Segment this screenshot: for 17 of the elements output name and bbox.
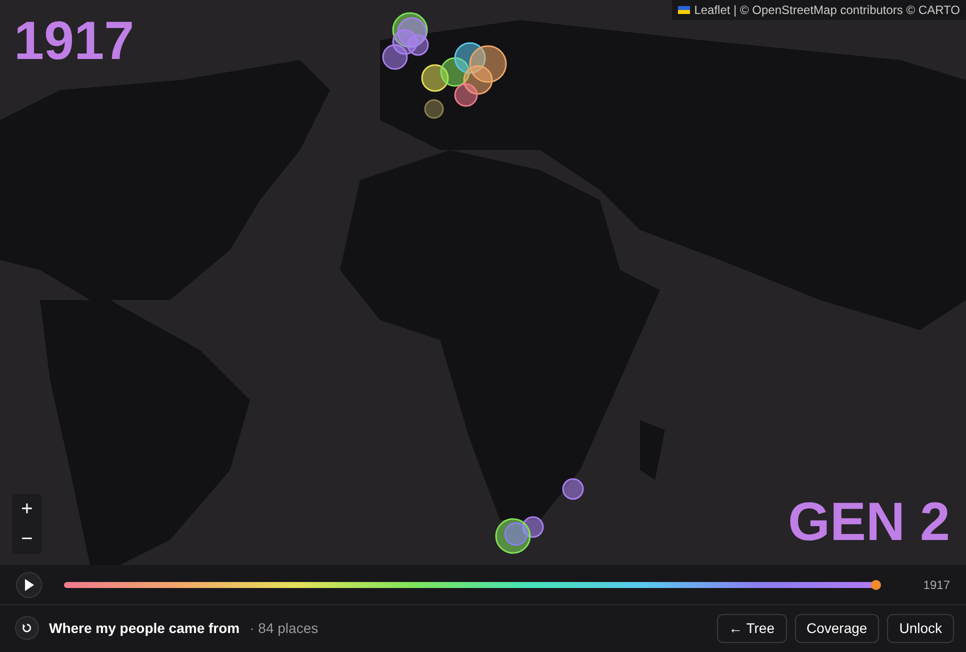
attribution-text[interactable]: Leaflet | © OpenStreetMap contributors © CARTO: [694, 1, 960, 19]
timeline-year: 1917: [922, 576, 950, 594]
footer-title: Where my people came from: [49, 618, 240, 638]
zoom-in-button[interactable]: +: [12, 494, 42, 524]
play-icon: [24, 578, 34, 590]
play-button[interactable]: [16, 572, 42, 598]
reset-button[interactable]: [15, 616, 39, 640]
footer-button[interactable]: ← Tree: [716, 614, 786, 642]
flag-icon: [678, 6, 690, 14]
zoom-out-button[interactable]: −: [12, 524, 42, 554]
footer-button[interactable]: Unlock: [887, 614, 954, 642]
footer-button[interactable]: Coverage: [794, 614, 880, 642]
slider-thumb[interactable]: [871, 580, 881, 590]
place-count: · 84 places: [250, 618, 318, 638]
year-label: 1917: [14, 14, 134, 68]
reset-icon: [22, 623, 32, 633]
generation-label: GEN 2: [788, 495, 950, 549]
